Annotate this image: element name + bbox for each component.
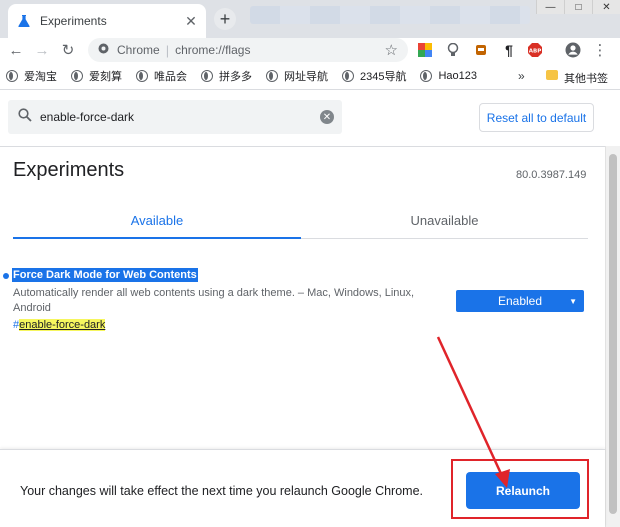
bookmark-item[interactable]: 网址导航 <box>266 68 328 84</box>
folder-icon <box>546 70 558 80</box>
flask-icon <box>16 13 32 29</box>
globe-icon <box>136 69 148 82</box>
flags-search-header: enable-force-dark ✕ Reset all to default <box>0 90 620 146</box>
experiment-row: Force Dark Mode for Web Contents Automat… <box>0 267 605 337</box>
color-ext-icon[interactable] <box>416 41 434 59</box>
globe-icon <box>6 69 18 82</box>
svg-text:ABP: ABP <box>529 49 541 55</box>
close-window-button[interactable]: ✕ <box>592 0 620 14</box>
site-info-icon[interactable] <box>98 41 109 59</box>
scrollbar-thumb[interactable] <box>609 154 617 514</box>
globe-icon <box>342 69 354 82</box>
bookmark-item[interactable]: 爱刻算 <box>71 68 122 84</box>
tab-title: Experiments <box>40 14 107 28</box>
new-tab-button[interactable]: + <box>214 8 236 30</box>
experiment-permalink[interactable]: #enable-force-dark <box>13 319 106 331</box>
scrollbar[interactable] <box>605 146 620 527</box>
forward-button[interactable]: → <box>32 40 52 60</box>
browser-toolbar: ← → ↻ Chrome | chrome://flags ☆ ¶ ABP ⋮ <box>0 38 620 62</box>
url-separator: | <box>165 42 170 58</box>
globe-icon <box>266 69 278 82</box>
url-text: chrome://flags <box>175 43 251 57</box>
tab-strip: Experiments ✕ + — □ ✕ <box>0 0 620 38</box>
bulb-ext-icon[interactable] <box>444 41 462 59</box>
tab-available[interactable]: Available <box>13 203 301 239</box>
experiments-panel: Experiments 80.0.3987.149 Available Unav… <box>0 147 605 449</box>
address-bar[interactable]: Chrome | chrome://flags ☆ <box>88 38 408 62</box>
paragraph-ext-icon[interactable]: ¶ <box>500 41 518 59</box>
profile-icon[interactable] <box>564 41 582 59</box>
bookmarks-bar: 爱淘宝 爱刻算 唯品会 拼多多 网址导航 2345导航 Hao123 » 其他书… <box>0 62 620 90</box>
experiment-description: Automatically render all web contents us… <box>13 287 415 314</box>
modified-indicator <box>3 273 9 279</box>
cup-ext-icon[interactable] <box>472 41 490 59</box>
back-button[interactable]: ← <box>6 40 26 60</box>
bookmark-item[interactable]: 2345导航 <box>342 68 406 84</box>
experiment-name: Force Dark Mode for Web Contents <box>12 268 198 282</box>
annotation-box <box>451 459 589 519</box>
globe-icon <box>71 69 83 82</box>
site-label: Chrome <box>117 43 160 57</box>
clear-search-icon[interactable]: ✕ <box>320 110 334 124</box>
search-value: enable-force-dark <box>40 110 135 124</box>
star-icon[interactable]: ☆ <box>385 41 398 59</box>
bookmark-item[interactable]: 爱淘宝 <box>6 68 57 84</box>
globe-icon <box>420 69 433 82</box>
minimize-button[interactable]: — <box>536 0 564 14</box>
permalink-text: enable-force-dark <box>19 319 106 331</box>
reload-button[interactable]: ↻ <box>58 40 78 60</box>
maximize-button[interactable]: □ <box>564 0 592 14</box>
bookmarks-overflow-button[interactable]: » <box>518 69 525 83</box>
globe-icon <box>201 69 213 82</box>
tab-unavailable[interactable]: Unavailable <box>301 203 588 239</box>
reset-all-button[interactable]: Reset all to default <box>479 103 594 132</box>
window-controls: — □ ✕ <box>536 0 620 14</box>
version-label: 80.0.3987.149 <box>516 169 587 181</box>
tab-close-icon[interactable]: ✕ <box>182 12 200 30</box>
tab-experiments[interactable]: Experiments ✕ <box>8 4 206 38</box>
blurred-region <box>250 6 530 24</box>
bookmark-item[interactable]: Hao123 <box>420 69 477 82</box>
abp-ext-icon[interactable]: ABP <box>526 41 544 59</box>
selected-state: Enabled <box>497 294 543 308</box>
other-bookmarks[interactable]: 其他书签 <box>564 70 608 86</box>
menu-icon[interactable]: ⋮ <box>590 40 610 60</box>
relaunch-message: Your changes will take effect the next t… <box>20 484 424 498</box>
chevron-down-icon: ▼ <box>569 296 577 306</box>
page-title: Experiments <box>13 159 125 181</box>
bookmark-item[interactable]: 唯品会 <box>136 68 187 84</box>
search-input[interactable]: enable-force-dark ✕ <box>8 100 342 134</box>
search-icon <box>18 107 32 127</box>
bookmark-item[interactable]: 拼多多 <box>201 68 252 84</box>
experiment-state-select[interactable]: Enabled ▼ <box>456 290 584 312</box>
